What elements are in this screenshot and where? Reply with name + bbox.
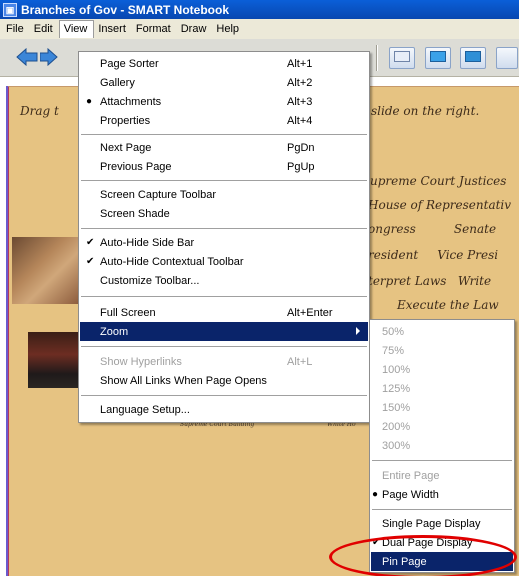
- zoom-item-200[interactable]: 200%: [371, 417, 513, 436]
- menu-item-page-sorter[interactable]: Page Sorter Alt+1: [80, 54, 368, 73]
- zoom-item-75[interactable]: 75%: [371, 341, 513, 360]
- menu-item-previous-page[interactable]: Previous Page PgUp: [80, 157, 368, 176]
- menu-item-auto-hide-contextual-toolbar[interactable]: ✔ Auto-Hide Contextual Toolbar: [80, 252, 368, 271]
- zoom-item-300[interactable]: 300%: [371, 436, 513, 455]
- instruction-text-right: slide on the right.: [371, 104, 480, 118]
- supreme-court-justices-photo[interactable]: [28, 332, 80, 388]
- menu-item-screen-capture-toolbar[interactable]: Screen Capture Toolbar: [80, 185, 368, 204]
- menu-item-attachments[interactable]: ● Attachments Alt+3: [80, 92, 368, 111]
- zoom-item-entire-page[interactable]: Entire Page: [371, 466, 513, 485]
- label-interpret-write-laws[interactable]: terpret Laws Write: [368, 274, 491, 288]
- menu-draw[interactable]: Draw: [177, 21, 213, 38]
- congress-photo[interactable]: [12, 237, 80, 304]
- radio-bullet-icon: ●: [86, 96, 93, 107]
- monitor-icon: [430, 51, 446, 62]
- full-screen-button[interactable]: [425, 47, 451, 69]
- label-congress-senate[interactable]: ongress Senate: [368, 222, 496, 236]
- menu-item-auto-hide-side-bar[interactable]: ✔ Auto-Hide Side Bar: [80, 233, 368, 252]
- menu-help[interactable]: Help: [212, 21, 245, 38]
- view-menu-dropdown: Page Sorter Alt+1 Gallery Alt+2 ● Attach…: [78, 51, 370, 423]
- smart-notebook-app-icon: ▣: [3, 2, 17, 17]
- menu-separator: [372, 509, 512, 510]
- menu-format[interactable]: Format: [132, 21, 177, 38]
- menu-item-show-all-links[interactable]: Show All Links When Page Opens: [80, 371, 368, 390]
- menu-insert[interactable]: Insert: [94, 21, 132, 38]
- zoom-item-100[interactable]: 100%: [371, 360, 513, 379]
- zoom-item-50[interactable]: 50%: [371, 322, 513, 341]
- checkmark-icon: ✔: [86, 256, 95, 267]
- label-house-of-representatives[interactable]: House of Representativ: [368, 198, 511, 212]
- back-arrow-icon[interactable]: [16, 48, 38, 66]
- window-title: Branches of Gov - SMART Notebook: [21, 2, 230, 17]
- menu-separator: [81, 228, 367, 229]
- instruction-text-left: Drag t: [20, 104, 59, 118]
- menu-file[interactable]: File: [2, 21, 30, 38]
- submenu-arrow-icon: [356, 327, 360, 335]
- dual-page-button[interactable]: [460, 47, 486, 69]
- toolbar-extra-button[interactable]: [496, 47, 518, 69]
- zoom-item-125[interactable]: 125%: [371, 379, 513, 398]
- screen-shade-icon: [394, 51, 410, 62]
- zoom-item-page-width[interactable]: ● Page Width: [371, 485, 513, 504]
- menu-item-properties[interactable]: Properties Alt+4: [80, 111, 368, 130]
- label-president-vice-president[interactable]: resident Vice Presi: [368, 248, 498, 262]
- menu-item-zoom[interactable]: Zoom: [80, 322, 368, 341]
- menu-separator: [81, 180, 367, 181]
- menu-separator: [81, 296, 367, 297]
- menu-separator: [81, 134, 367, 135]
- menu-view[interactable]: View: [58, 20, 95, 38]
- title-bar: ▣ Branches of Gov - SMART Notebook: [0, 0, 519, 19]
- label-supreme-court-justices[interactable]: upreme Court Justices: [370, 174, 506, 188]
- display-icon: [465, 51, 481, 62]
- checkmark-icon: ✔: [86, 237, 95, 248]
- page-left-border: [6, 86, 8, 576]
- menu-edit[interactable]: Edit: [30, 21, 59, 38]
- menu-item-customize-toolbar[interactable]: Customize Toolbar...: [80, 271, 368, 290]
- radio-bullet-icon: ●: [372, 489, 379, 500]
- menu-item-full-screen[interactable]: Full Screen Alt+Enter: [80, 303, 368, 322]
- menu-item-gallery[interactable]: Gallery Alt+2: [80, 73, 368, 92]
- menu-item-next-page[interactable]: Next Page PgDn: [80, 138, 368, 157]
- menu-bar: File Edit View Insert Format Draw Help: [0, 19, 519, 39]
- zoom-item-single-page-display[interactable]: Single Page Display: [371, 514, 513, 533]
- forward-arrow-icon[interactable]: [40, 48, 58, 66]
- toolbar-separator: [376, 45, 378, 71]
- red-highlight-circle: [329, 535, 517, 576]
- menu-separator: [81, 346, 367, 347]
- menu-item-language-setup[interactable]: Language Setup...: [80, 400, 368, 419]
- menu-separator: [81, 395, 367, 396]
- label-execute-the-law[interactable]: Execute the Law: [397, 298, 499, 312]
- menu-separator: [372, 460, 512, 461]
- screen-shade-button[interactable]: [389, 47, 415, 69]
- menu-item-screen-shade[interactable]: Screen Shade: [80, 204, 368, 223]
- menu-item-show-hyperlinks[interactable]: Show Hyperlinks Alt+L: [80, 352, 368, 371]
- zoom-item-150[interactable]: 150%: [371, 398, 513, 417]
